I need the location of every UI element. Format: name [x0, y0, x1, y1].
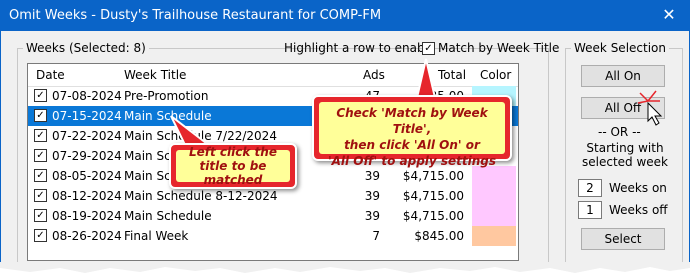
starting-text: Starting with selected week — [582, 141, 668, 169]
col-ads[interactable]: Ads — [363, 68, 385, 82]
row-checkbox[interactable]: ✓ — [34, 129, 47, 142]
col-color[interactable]: Color — [480, 68, 511, 82]
close-icon[interactable]: ✕ — [657, 4, 681, 26]
row-date: 07-15-2024 — [52, 109, 122, 123]
right-callout-line3: 'All Off' to apply settings — [327, 154, 497, 168]
row-checkbox[interactable]: ✓ — [34, 109, 47, 122]
match-by-title-checkbox[interactable]: ✓ — [422, 42, 435, 55]
week-selection-label: Week Selection — [571, 41, 669, 55]
row-checkbox[interactable]: ✓ — [34, 229, 47, 242]
window-title: Omit Weeks - Dusty's Trailhouse Restaura… — [9, 8, 382, 23]
row-color-swatch[interactable] — [472, 226, 516, 246]
row-date: 08-26-2024 — [52, 229, 122, 243]
row-checkbox[interactable]: ✓ — [34, 169, 47, 182]
row-date: 08-05-2024 — [52, 169, 122, 183]
or-text: -- OR -- — [598, 125, 641, 139]
row-week-title: Main Schedule — [124, 209, 212, 223]
table-header: Date Week Title Ads Total Color — [28, 64, 518, 87]
row-checkbox[interactable]: ✓ — [34, 149, 47, 162]
row-total: $4,715.00 — [402, 209, 464, 223]
row-date: 08-19-2024 — [52, 209, 122, 223]
col-total[interactable]: Total — [438, 68, 466, 82]
row-week-title: Final Week — [124, 229, 189, 243]
row-total: $4,715.00 — [402, 189, 464, 203]
weeks-on-label: Weeks on — [609, 181, 667, 195]
row-checkbox[interactable]: ✓ — [34, 209, 47, 222]
select-button[interactable]: Select — [581, 228, 665, 250]
weeks-off-label: Weeks off — [609, 203, 668, 217]
left-callout: Left click the title to be matched — [169, 143, 297, 189]
right-callout-line2: then click 'All On' or — [344, 138, 480, 152]
row-week-title: Main Schedule 8-12-2024 — [124, 189, 278, 203]
row-color-swatch[interactable] — [472, 206, 516, 226]
col-date[interactable]: Date — [36, 68, 65, 82]
row-week-title: Pre-Promotion — [124, 89, 209, 103]
right-callout-line1: Check 'Match by Week Title', — [336, 106, 488, 136]
table-row[interactable]: ✓ 08-26-2024 Final Week 7 $845.00 — [28, 226, 518, 246]
table-row[interactable]: ✓ 08-12-2024 Main Schedule 8-12-2024 39 $4,7… — [28, 186, 518, 206]
weeks-group-label: Weeks (Selected: 8) — [23, 41, 149, 55]
weeks-on-input[interactable]: 2 — [578, 179, 602, 197]
row-date: 07-08-2024 — [52, 89, 122, 103]
left-callout-text: Left click the title to be matched — [189, 145, 277, 187]
torn-edge — [0, 262, 690, 273]
row-ads: 7 — [372, 229, 380, 243]
all-on-button[interactable]: All On — [581, 65, 665, 87]
row-date: 07-29-2024 — [52, 149, 122, 163]
row-color-swatch[interactable] — [472, 186, 516, 206]
row-total: $4,715.00 — [402, 169, 464, 183]
col-week-title[interactable]: Week Title — [124, 68, 186, 82]
row-checkbox[interactable]: ✓ — [34, 89, 47, 102]
right-callout: Check 'Match by Week Title', then click … — [312, 95, 512, 168]
row-ads: 39 — [364, 209, 380, 223]
title-bar: Omit Weeks - Dusty's Trailhouse Restaura… — [1, 1, 689, 31]
table-row[interactable]: ✓ 08-19-2024 Main Schedule 39 $4,715.00 — [28, 206, 518, 226]
omit-weeks-window: Omit Weeks - Dusty's Trailhouse Restaura… — [0, 0, 690, 265]
match-by-title-label[interactable]: Match by Week Title — [438, 41, 559, 55]
row-date: 07-22-2024 — [52, 129, 122, 143]
row-checkbox[interactable]: ✓ — [34, 189, 47, 202]
highlight-hint: Highlight a row to enable — [284, 41, 436, 55]
row-ads: 39 — [364, 169, 380, 183]
row-date: 08-12-2024 — [52, 189, 122, 203]
weeks-off-input[interactable]: 1 — [578, 201, 602, 219]
row-color-swatch[interactable] — [472, 166, 516, 186]
row-ads: 39 — [364, 189, 380, 203]
row-total: $845.00 — [414, 229, 464, 243]
click-indicator-icon — [637, 90, 663, 126]
